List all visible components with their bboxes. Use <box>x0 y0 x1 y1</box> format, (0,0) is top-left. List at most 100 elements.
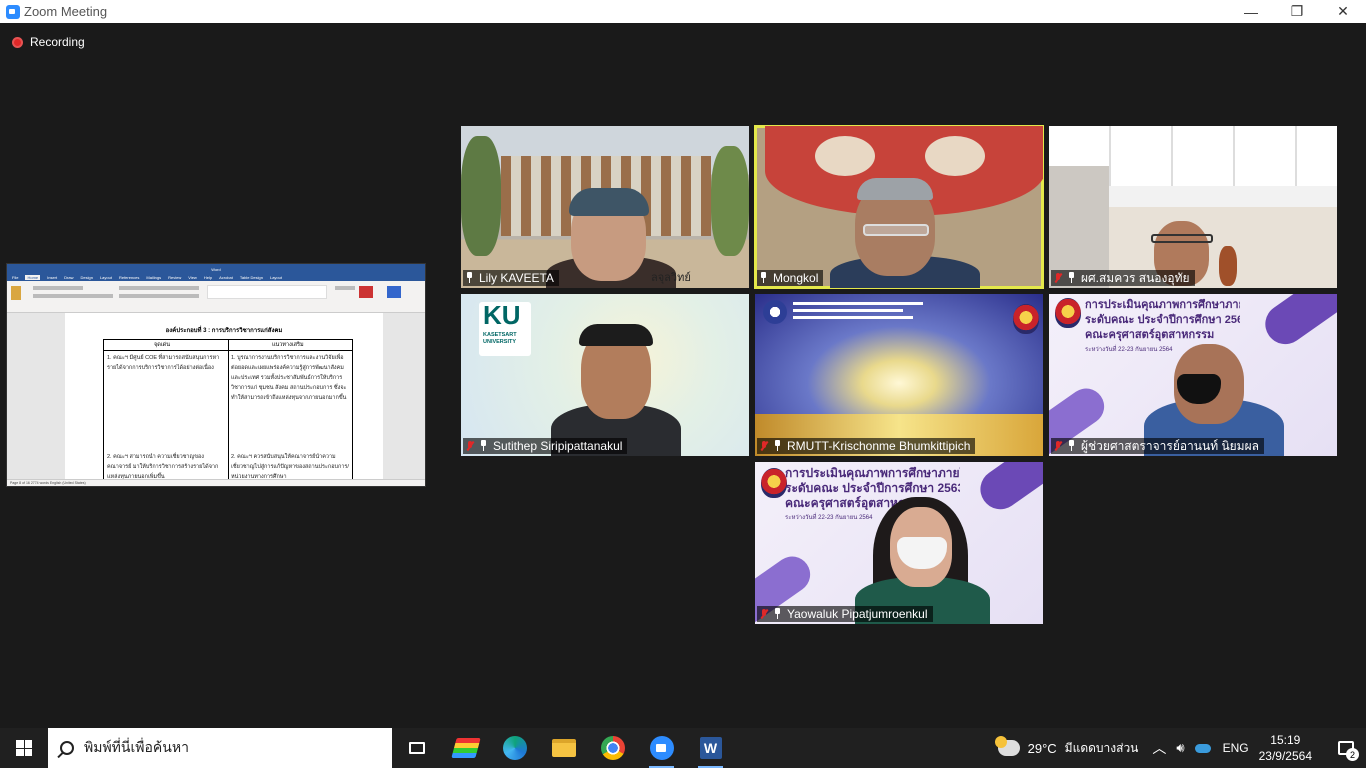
shared-screen[interactable]: Word File Home Insert Draw Design Layout… <box>6 263 426 487</box>
search-placeholder: พิมพ์ที่นี่เพื่อค้นหา <box>84 739 189 755</box>
word-tab: References <box>118 275 140 280</box>
participant-name: ผศ.สมควร สนองอุทัย <box>1081 270 1190 285</box>
event-date: ระหว่างวันที่ 22-23 กันยายน 2564 <box>1085 347 1173 353</box>
word-status-bar: Page 8 of 16 2774 words English (United … <box>7 479 425 486</box>
taskbar-app-file-explorer[interactable] <box>539 728 588 768</box>
table-cell: 1. คณะฯ มีศูนย์ COE ที่สามารถสนับสนุนการ… <box>107 355 220 371</box>
university-emblem-icon <box>1013 304 1039 334</box>
title-bar: Zoom Meeting — ❐ ✕ <box>0 0 1366 23</box>
word-ribbon-tabs: File Home Insert Draw Design Layout Refe… <box>7 274 425 281</box>
video-tile[interactable]: RMUTT-Krischonme Bhumkittipich <box>755 294 1043 456</box>
document-heading: องค์ประกอบที่ 3 : การบริการวิชาการแก่สัง… <box>165 328 283 334</box>
participant-name: Mongkol <box>773 271 819 285</box>
video-tile[interactable]: KU KASETSART UNIVERSITY Sutithep Siripip… <box>461 294 749 456</box>
muted-mic-icon <box>1053 272 1063 284</box>
taskbar-search-box[interactable]: พิมพ์ที่นี่เพื่อค้นหา <box>48 728 392 768</box>
chevron-up-icon[interactable]: ︿ <box>1152 738 1166 758</box>
table-header: จุดเด่น <box>154 342 171 348</box>
word-tab: Draw <box>64 275 74 280</box>
window-title: Zoom Meeting <box>24 4 108 19</box>
task-view-button[interactable] <box>392 728 441 768</box>
start-button[interactable] <box>0 728 48 768</box>
pin-icon <box>759 272 768 284</box>
task-view-icon <box>408 742 425 754</box>
notification-center-button[interactable]: 2 <box>1326 728 1366 768</box>
search-icon <box>60 741 74 755</box>
event-title-line: การประเมินคุณภาพการศึกษาภายใน <box>1085 299 1240 311</box>
maximize-button[interactable]: ❐ <box>1274 0 1320 23</box>
event-date: ระหว่างวันที่ 22-23 กันยายน 2564 <box>785 515 873 521</box>
windows-taskbar: พิมพ์ที่นี่เพื่อค้นหา W 29°C มีแดดบางส่ว… <box>0 728 1366 768</box>
pin-icon <box>1067 272 1076 284</box>
pin-icon <box>479 440 488 452</box>
minimize-button[interactable]: — <box>1228 0 1274 23</box>
weather-temp[interactable]: 29°C <box>1028 741 1057 756</box>
onedrive-cloud-icon[interactable] <box>1194 743 1211 753</box>
table-header: แนวทางเสริม <box>272 342 304 348</box>
taskbar-app-zoom[interactable] <box>637 728 686 768</box>
video-tile[interactable]: ผศ.สมควร สนองอุทัย <box>1049 126 1337 288</box>
word-icon: W <box>699 737 722 759</box>
table-cell: 2. คณะฯ สามารถนำ ความเชี่ยวชาญของคณาจารย… <box>107 454 219 480</box>
system-tray: 29°C มีแดดบางส่วน ︿ 🔊︎ ENG 15:19 23/9/25… <box>994 728 1366 768</box>
word-tab: Acrobat <box>219 275 233 280</box>
taskbar-app-bluestacks[interactable] <box>441 728 490 768</box>
taskbar-app-chrome[interactable] <box>588 728 637 768</box>
word-tab: View <box>188 275 197 280</box>
participant-name: Yaowaluk Pipatjumroenkul <box>787 607 928 621</box>
windows-logo-icon <box>16 740 32 756</box>
participant-name-tag: ผู้ช่วยศาสตราจารย์อานนท์ นิยมผล <box>1051 438 1264 454</box>
participant-name-tag: Lily KAVEETA <box>463 270 559 286</box>
chrome-icon <box>600 736 625 760</box>
word-tab: Table Design <box>239 275 263 280</box>
word-tab: Insert <box>47 275 58 280</box>
table-cell: 2. คณะฯ ควรสนับสนุนให้คณาจารย์นำความเชี่… <box>231 454 349 480</box>
taskbar-clock[interactable]: 15:19 23/9/2564 <box>1259 732 1312 764</box>
university-emblem-icon <box>1055 298 1081 328</box>
participant-name-tag: Mongkol <box>757 270 824 286</box>
participant-name-tag: Sutithep Siripipattanakul <box>463 438 628 454</box>
taskbar-app-edge[interactable] <box>490 728 539 768</box>
volume-icon[interactable]: 🔊︎ <box>1176 740 1184 756</box>
pin-icon <box>773 440 782 452</box>
ku-logo-subtitle: KASETSART UNIVERSITY <box>483 332 517 345</box>
word-ribbon <box>7 281 425 313</box>
table-cell: 1. บูรณาการงานบริการวิชาการและงานวิจัยเพ… <box>231 355 347 401</box>
close-button[interactable]: ✕ <box>1320 0 1366 23</box>
video-tile[interactable]: ลจุลวิทย์ Lily KAVEETA <box>461 126 749 288</box>
background-text: ลจุลวิทย์ <box>651 272 691 284</box>
participant-name: Sutithep Siripipattanakul <box>493 439 623 453</box>
notification-count: 2 <box>1346 748 1359 761</box>
weather-icon[interactable] <box>994 736 1020 756</box>
recording-label: Recording <box>30 35 85 49</box>
video-tile-active-speaker[interactable]: Mongkol <box>754 125 1044 289</box>
university-emblem-icon <box>761 468 787 498</box>
word-tab: Home <box>25 275 41 280</box>
language-indicator[interactable]: ENG <box>1223 741 1249 755</box>
pin-icon <box>465 272 474 284</box>
word-tab: Help <box>203 275 213 280</box>
weather-description[interactable]: มีแดดบางส่วน <box>1065 739 1139 758</box>
word-document-area: องค์ประกอบที่ 3 : การบริการวิชาการแก่สัง… <box>7 313 425 481</box>
muted-mic-icon <box>465 440 475 452</box>
ku-logo-text: KU <box>483 300 521 330</box>
recording-indicator[interactable]: Recording <box>12 35 85 49</box>
participant-name-tag: Yaowaluk Pipatjumroenkul <box>757 606 933 622</box>
zoom-icon <box>649 736 674 760</box>
word-app-title: Word <box>211 266 221 272</box>
video-tile[interactable]: การประเมินคุณภาพการศึกษาภายใน ระดับคณะ ป… <box>755 462 1043 624</box>
muted-mic-icon <box>759 440 769 452</box>
word-tab: Review <box>168 275 182 280</box>
participant-name-tag: RMUTT-Krischonme Bhumkittipich <box>757 438 976 454</box>
muted-mic-icon <box>1053 440 1063 452</box>
participant-name: ผู้ช่วยศาสตราจารย์อานนท์ นิยมผล <box>1081 438 1259 453</box>
clock-time: 15:19 <box>1270 733 1301 747</box>
participant-name: RMUTT-Krischonme Bhumkittipich <box>787 439 971 453</box>
pin-icon <box>773 608 782 620</box>
word-tab: Mailings <box>146 275 162 280</box>
video-tile[interactable]: การประเมินคุณภาพการศึกษาภายใน ระดับคณะ ป… <box>1049 294 1337 456</box>
event-title-line: คณะครุศาสตร์อุตสาหกรรม <box>1085 329 1215 341</box>
taskbar-app-word[interactable]: W <box>686 728 735 768</box>
word-tab: Layout <box>269 275 282 280</box>
word-page: องค์ประกอบที่ 3 : การบริการวิชาการแก่สัง… <box>65 313 383 481</box>
